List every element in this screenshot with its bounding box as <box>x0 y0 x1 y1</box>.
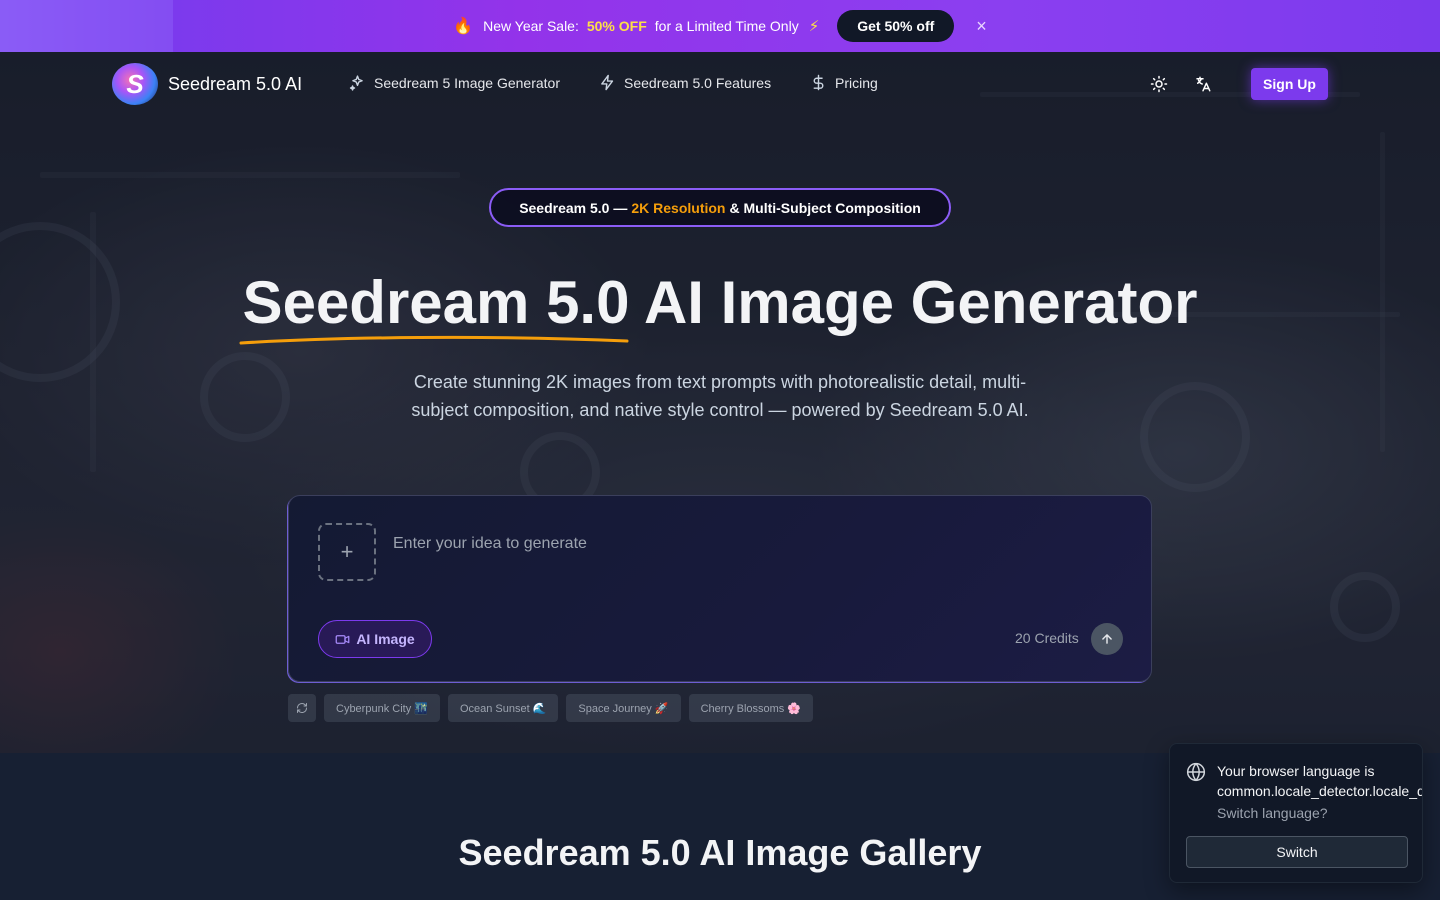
underline-decoration <box>239 335 629 345</box>
sign-up-button[interactable]: Sign Up <box>1251 68 1328 100</box>
logo[interactable]: S Seedream 5.0 AI <box>112 63 302 105</box>
hero-title-underlined: Seedream 5.0 <box>239 268 630 345</box>
suggestion-chip[interactable]: Cyberpunk City 🌃 <box>324 694 440 722</box>
plus-icon: + <box>340 539 354 564</box>
nav-link-label: Seedream 5.0 Features <box>624 74 772 91</box>
close-icon[interactable]: × <box>976 17 987 35</box>
hero-title: Seedream 5.0 AI Image Generator <box>0 268 1440 345</box>
badge-text: Seedream 5.0 — <box>519 199 628 216</box>
hero-title-rest: AI Image Generator <box>643 269 1198 336</box>
toast-message: Your browser language is common.locale_d… <box>1217 761 1423 801</box>
suggestion-chip[interactable]: Ocean Sunset 🌊 <box>447 694 559 722</box>
theme-toggle[interactable] <box>1147 72 1171 96</box>
prompt-input[interactable] <box>393 532 1093 556</box>
nav-link-pricing[interactable]: Pricing <box>810 74 878 91</box>
badge-text-after: & Multi-Subject Composition <box>729 199 921 216</box>
suggestion-chip[interactable]: Space Journey 🚀 <box>566 694 681 722</box>
switch-language-button[interactable]: Switch <box>1186 836 1408 868</box>
promo-banner: 🔥 New Year Sale: 50% OFF for a Limited T… <box>0 0 1440 52</box>
dollar-icon <box>813 74 824 91</box>
fire-icon: 🔥 <box>453 18 474 35</box>
translate-icon <box>1196 76 1211 92</box>
generate-button[interactable] <box>1091 623 1123 655</box>
promo-highlight: 50% OFF <box>586 18 647 34</box>
promo-text-after: for a Limited Time Only <box>654 18 799 34</box>
sun-icon <box>1150 75 1168 93</box>
promo-banner-tint <box>0 0 173 52</box>
nav-link-image-generator[interactable]: Seedream 5 Image Generator <box>349 74 560 91</box>
refresh-suggestions-button[interactable] <box>288 694 316 722</box>
logo-icon: S <box>112 63 158 105</box>
refresh-icon <box>297 703 307 713</box>
arrow-up-icon <box>1102 634 1112 644</box>
sparkles-icon <box>349 75 363 91</box>
suggestion-chip[interactable]: Cherry Blossoms 🌸 <box>688 694 814 722</box>
globe-icon <box>1186 762 1206 782</box>
nav-link-features[interactable]: Seedream 5.0 Features <box>599 74 771 91</box>
toast-message-line: common.locale_detector.locale_de <box>1217 783 1423 799</box>
language-toggle[interactable] <box>1191 72 1215 96</box>
toast-message-line: Your browser language is <box>1217 763 1375 779</box>
nav-link-label: Seedream 5 Image Generator <box>374 74 560 91</box>
credits-count: 20 Credits <box>1015 630 1079 646</box>
video-icon <box>335 634 350 644</box>
ai-image-mode-button[interactable]: AI Image <box>318 620 432 658</box>
mode-label: AI Image <box>356 631 415 647</box>
promo-content: 🔥 New Year Sale: 50% OFF for a Limited T… <box>453 10 987 42</box>
suggestion-chips: Cyberpunk City 🌃 Ocean Sunset 🌊 Space Jo… <box>288 694 814 722</box>
nav-link-label: Pricing <box>835 74 878 91</box>
feature-badge: Seedream 5.0 — 2K Resolution & Multi-Sub… <box>489 188 951 227</box>
promo-text: New Year Sale: <box>483 18 579 34</box>
promo-cta-button[interactable]: Get 50% off <box>837 10 955 42</box>
hero-title-part: Seedream 5.0 <box>242 269 630 336</box>
top-nav: S Seedream 5.0 AI Seedream 5 Image Gener… <box>0 52 1440 116</box>
brand-name: Seedream 5.0 AI <box>168 73 303 94</box>
badge-highlight: 2K Resolution <box>631 199 726 216</box>
prompt-card: + AI Image 20 Credits <box>288 495 1152 682</box>
bolt-icon: ⚡ <box>808 18 820 35</box>
toast-question: Switch language? <box>1217 805 1328 821</box>
language-toast: Your browser language is common.locale_d… <box>1169 743 1423 883</box>
upload-image-button[interactable]: + <box>318 523 376 581</box>
hero-subtitle: Create stunning 2K images from text prom… <box>411 372 1029 420</box>
bolt-icon <box>601 74 614 91</box>
